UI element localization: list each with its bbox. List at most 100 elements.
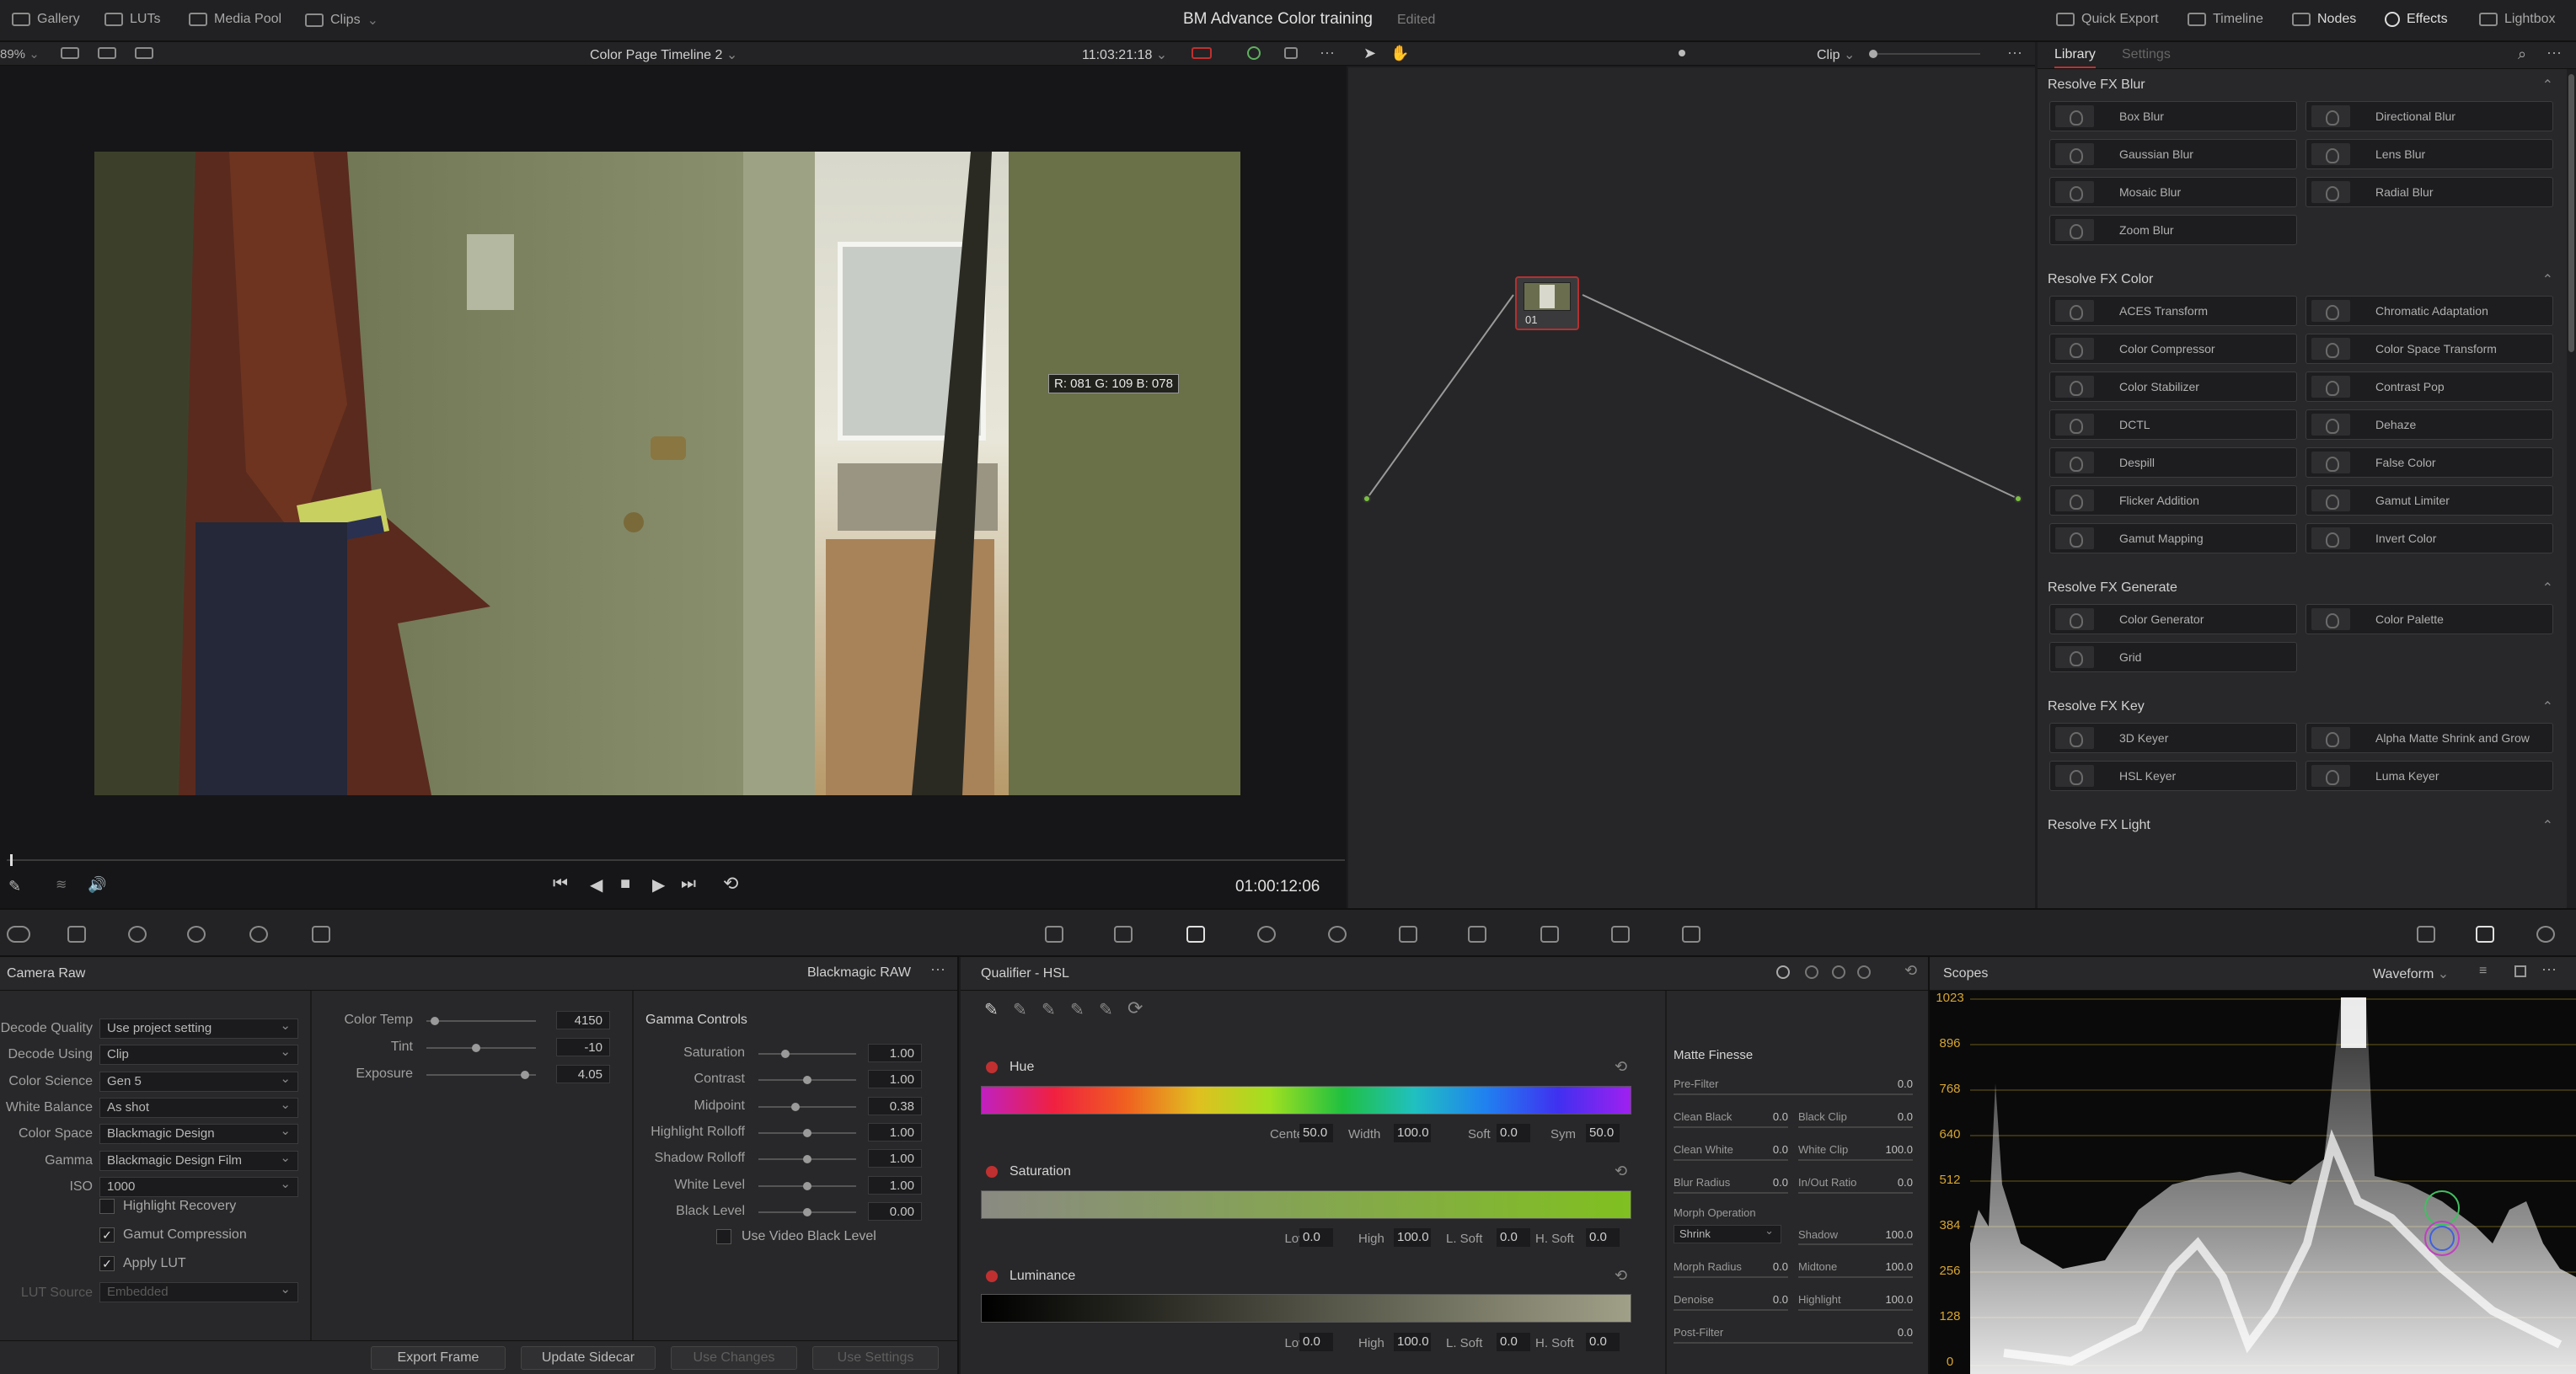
- fx-item[interactable]: Color Palette: [2306, 604, 2553, 634]
- camera-raw-icon[interactable]: [7, 926, 30, 943]
- raw-setting-select[interactable]: Gen 5: [99, 1071, 298, 1092]
- black-clip-value[interactable]: 0.0: [1862, 1110, 1913, 1123]
- gamma-setting-value[interactable]: 0.38: [868, 1096, 922, 1115]
- soft-value[interactable]: 0.0: [1497, 1124, 1530, 1142]
- fx-item[interactable]: Invert Color: [2306, 523, 2553, 553]
- apply-lut-checkbox[interactable]: ✓: [99, 1256, 115, 1271]
- color-warper-icon[interactable]: [1114, 926, 1133, 943]
- raw-setting-select[interactable]: 1000: [99, 1176, 298, 1197]
- sizing-icon[interactable]: [1611, 926, 1630, 943]
- tracker-icon[interactable]: [1328, 926, 1347, 943]
- shadow-value[interactable]: 100.0: [1862, 1228, 1913, 1241]
- saturation-enable-icon[interactable]: [986, 1166, 998, 1178]
- midtone-value[interactable]: 100.0: [1862, 1260, 1913, 1273]
- compare-view-icon[interactable]: [135, 47, 153, 59]
- inout-ratio-slider[interactable]: [1798, 1192, 1913, 1194]
- slider-knob[interactable]: [781, 1050, 790, 1058]
- clean-white-slider[interactable]: [1674, 1159, 1788, 1161]
- rgb-mixer-icon[interactable]: [249, 926, 268, 943]
- fx-item[interactable]: Alpha Matte Shrink and Grow: [2306, 723, 2553, 753]
- play-icon[interactable]: ▶: [652, 874, 665, 896]
- slider-knob[interactable]: [791, 1102, 801, 1111]
- scope-settings-icon[interactable]: ≡: [2479, 964, 2487, 979]
- white-clip-slider[interactable]: [1798, 1159, 1913, 1161]
- gamut-compression-checkbox[interactable]: ✓: [99, 1227, 115, 1243]
- curves-icon[interactable]: [1045, 926, 1063, 943]
- width-value[interactable]: 100.0: [1394, 1124, 1431, 1142]
- timeline-button[interactable]: Timeline: [2188, 12, 2263, 27]
- fx-item[interactable]: Radial Blur: [2306, 177, 2553, 207]
- pointer-icon[interactable]: ➤: [1363, 45, 1376, 62]
- saturation-reset-icon[interactable]: ⟲: [1615, 1163, 1627, 1180]
- update-sidecar-button[interactable]: Update Sidecar: [521, 1346, 656, 1370]
- fx-section-header[interactable]: Resolve FX Light ⌃: [2038, 813, 2567, 838]
- fx-item[interactable]: Chromatic Adaptation: [2306, 296, 2553, 326]
- raw-setting-select[interactable]: Blackmagic Design: [99, 1123, 298, 1145]
- library-more-icon[interactable]: ···: [2547, 44, 2562, 61]
- fx-item[interactable]: Grid: [2049, 642, 2297, 672]
- gamma-setting-value[interactable]: 1.00: [868, 1149, 922, 1168]
- fx-item[interactable]: Gamut Mapping: [2049, 523, 2297, 553]
- sat-high-value[interactable]: 100.0: [1394, 1228, 1431, 1247]
- raw-setting-select[interactable]: Use project setting: [99, 1018, 298, 1039]
- qualifier-icon[interactable]: [1186, 926, 1205, 943]
- luminance-enable-icon[interactable]: [986, 1270, 998, 1282]
- exposure-value[interactable]: 4.05: [556, 1065, 610, 1083]
- fx-section-header[interactable]: Resolve FX Blur ⌃: [2038, 72, 2567, 98]
- hand-icon[interactable]: ✋: [1390, 45, 1409, 62]
- gamma-setting-value[interactable]: 1.00: [868, 1175, 922, 1195]
- blur-radius-value[interactable]: 0.0: [1738, 1176, 1788, 1189]
- fx-item[interactable]: Dehaze: [2306, 409, 2553, 440]
- fx-item[interactable]: Flicker Addition: [2049, 485, 2297, 516]
- slider-knob[interactable]: [803, 1076, 811, 1085]
- luma-mode-icon[interactable]: [1832, 965, 1845, 979]
- tint-value[interactable]: -10: [556, 1038, 610, 1056]
- pre-filter-value[interactable]: 0.0: [1862, 1077, 1913, 1090]
- fx-item[interactable]: Color Stabilizer: [2049, 372, 2297, 402]
- fx-item[interactable]: Zoom Blur: [2049, 215, 2297, 245]
- exposure-slider[interactable]: [426, 1071, 536, 1079]
- clean-black-slider[interactable]: [1674, 1126, 1788, 1128]
- scopes-icon[interactable]: [2476, 926, 2494, 943]
- gallery-button[interactable]: Gallery: [12, 12, 80, 27]
- rgb-mode-icon[interactable]: [1805, 965, 1818, 979]
- raw-setting-select[interactable]: Blackmagic Design Film: [99, 1150, 298, 1171]
- clean-white-value[interactable]: 0.0: [1738, 1143, 1788, 1156]
- fx-item[interactable]: Contrast Pop: [2306, 372, 2553, 402]
- qualifier-picker-icon[interactable]: ✎: [984, 999, 999, 1020]
- fx-item[interactable]: Despill: [2049, 447, 2297, 478]
- tint-slider[interactable]: [426, 1044, 536, 1052]
- color-match-icon[interactable]: [67, 926, 86, 943]
- slider-knob[interactable]: [803, 1155, 811, 1164]
- denoise-slider[interactable]: [1674, 1309, 1788, 1311]
- luminance-bar[interactable]: [981, 1294, 1631, 1323]
- pre-filter-slider[interactable]: [1674, 1093, 1913, 1095]
- clips-button[interactable]: Clips ⌄: [305, 12, 378, 29]
- volume-icon[interactable]: 🔊: [88, 876, 106, 894]
- slider-knob[interactable]: [431, 1017, 440, 1025]
- effects-button[interactable]: Effects: [2385, 12, 2448, 27]
- picker-plus-icon[interactable]: ✎: [1042, 999, 1056, 1020]
- blur-radius-slider[interactable]: [1674, 1192, 1788, 1194]
- viewer[interactable]: R: 081 G: 109 B: 078 ✎ ≋ 🔊 ⏮ ◀ ■ ▶ ⏭ ⟲ 0…: [0, 66, 1347, 908]
- nodes-button[interactable]: Nodes: [2292, 12, 2356, 27]
- fx-item[interactable]: ACES Transform: [2049, 296, 2297, 326]
- hue-reset-icon[interactable]: ⟲: [1615, 1058, 1627, 1076]
- color-picker-icon[interactable]: [1247, 46, 1261, 60]
- lum-high-value[interactable]: 100.0: [1394, 1333, 1431, 1351]
- fx-item[interactable]: Directional Blur: [2306, 101, 2553, 131]
- single-view-icon[interactable]: [61, 47, 79, 59]
- slider-knob[interactable]: [803, 1181, 811, 1190]
- soft-minus-icon[interactable]: ✎: [1070, 999, 1084, 1020]
- playhead[interactable]: [10, 854, 13, 866]
- layers-icon[interactable]: ≋: [56, 876, 67, 893]
- fx-item[interactable]: Luma Keyer: [2306, 761, 2553, 791]
- fx-section-header[interactable]: Resolve FX Color ⌃: [2038, 267, 2567, 292]
- color-temp-slider[interactable]: [426, 1017, 536, 1025]
- highlight-recovery-checkbox[interactable]: [99, 1199, 115, 1214]
- fx-item[interactable]: HSL Keyer: [2049, 761, 2297, 791]
- search-icon[interactable]: ⌕: [2518, 45, 2526, 63]
- color-temp-value[interactable]: 4150: [556, 1011, 610, 1029]
- node-01[interactable]: 01: [1515, 276, 1579, 330]
- 3d-icon[interactable]: [1682, 926, 1700, 943]
